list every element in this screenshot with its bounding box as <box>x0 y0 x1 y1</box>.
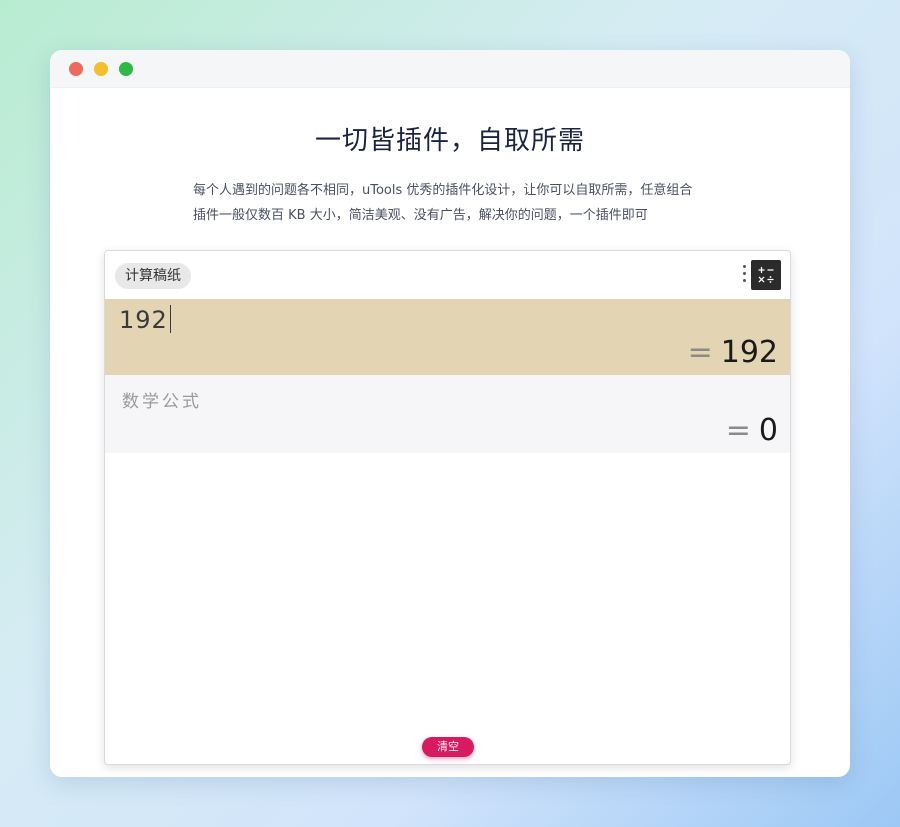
expression-input[interactable]: 192 <box>119 305 171 334</box>
subtitle-line-2: 插件一般仅数百 KB 大小，简洁美观、没有广告，解决你的问题，一个插件即可 <box>193 208 648 223</box>
subtitle-line-1: 每个人遇到的问题各不相同，uTools 优秀的插件化设计，让你可以自取所需，任意… <box>193 183 693 198</box>
calculator-plugin-panel: 计算稿纸 192 = 192 数学公式 = 0 清空 <box>104 250 791 765</box>
app-window: 一切皆插件，自取所需 每个人遇到的问题各不相同，uTools 优秀的插件化设计，… <box>50 50 850 777</box>
title-bar <box>50 50 850 88</box>
kebab-menu-icon[interactable] <box>741 265 747 287</box>
formula-placeholder[interactable]: 数学公式 <box>122 387 202 412</box>
plugin-tag[interactable]: 计算稿纸 <box>115 263 191 289</box>
equals-sign: = <box>687 335 713 370</box>
calculator-icon[interactable] <box>751 260 781 290</box>
plugin-header: 计算稿纸 <box>105 251 790 299</box>
minimize-window-button[interactable] <box>94 62 108 76</box>
calc-row-active[interactable]: 192 = 192 <box>105 299 790 375</box>
page-heading: 一切皆插件，自取所需 <box>314 126 585 156</box>
expression-text: 192 <box>119 306 168 334</box>
close-window-button[interactable] <box>69 62 83 76</box>
result-value: 0 <box>758 413 778 448</box>
equals-sign: = <box>725 413 751 448</box>
text-caret <box>169 305 171 333</box>
result-value: 192 <box>720 335 778 370</box>
maximize-window-button[interactable] <box>119 62 133 76</box>
clear-button[interactable]: 清空 <box>422 737 474 757</box>
result-display: = 0 <box>726 413 778 448</box>
page-subtitle: 每个人遇到的问题各不相同，uTools 优秀的插件化设计，让你可以自取所需，任意… <box>193 178 753 228</box>
result-display: = 192 <box>688 335 778 370</box>
calc-row-empty[interactable]: 数学公式 = 0 <box>105 375 790 453</box>
